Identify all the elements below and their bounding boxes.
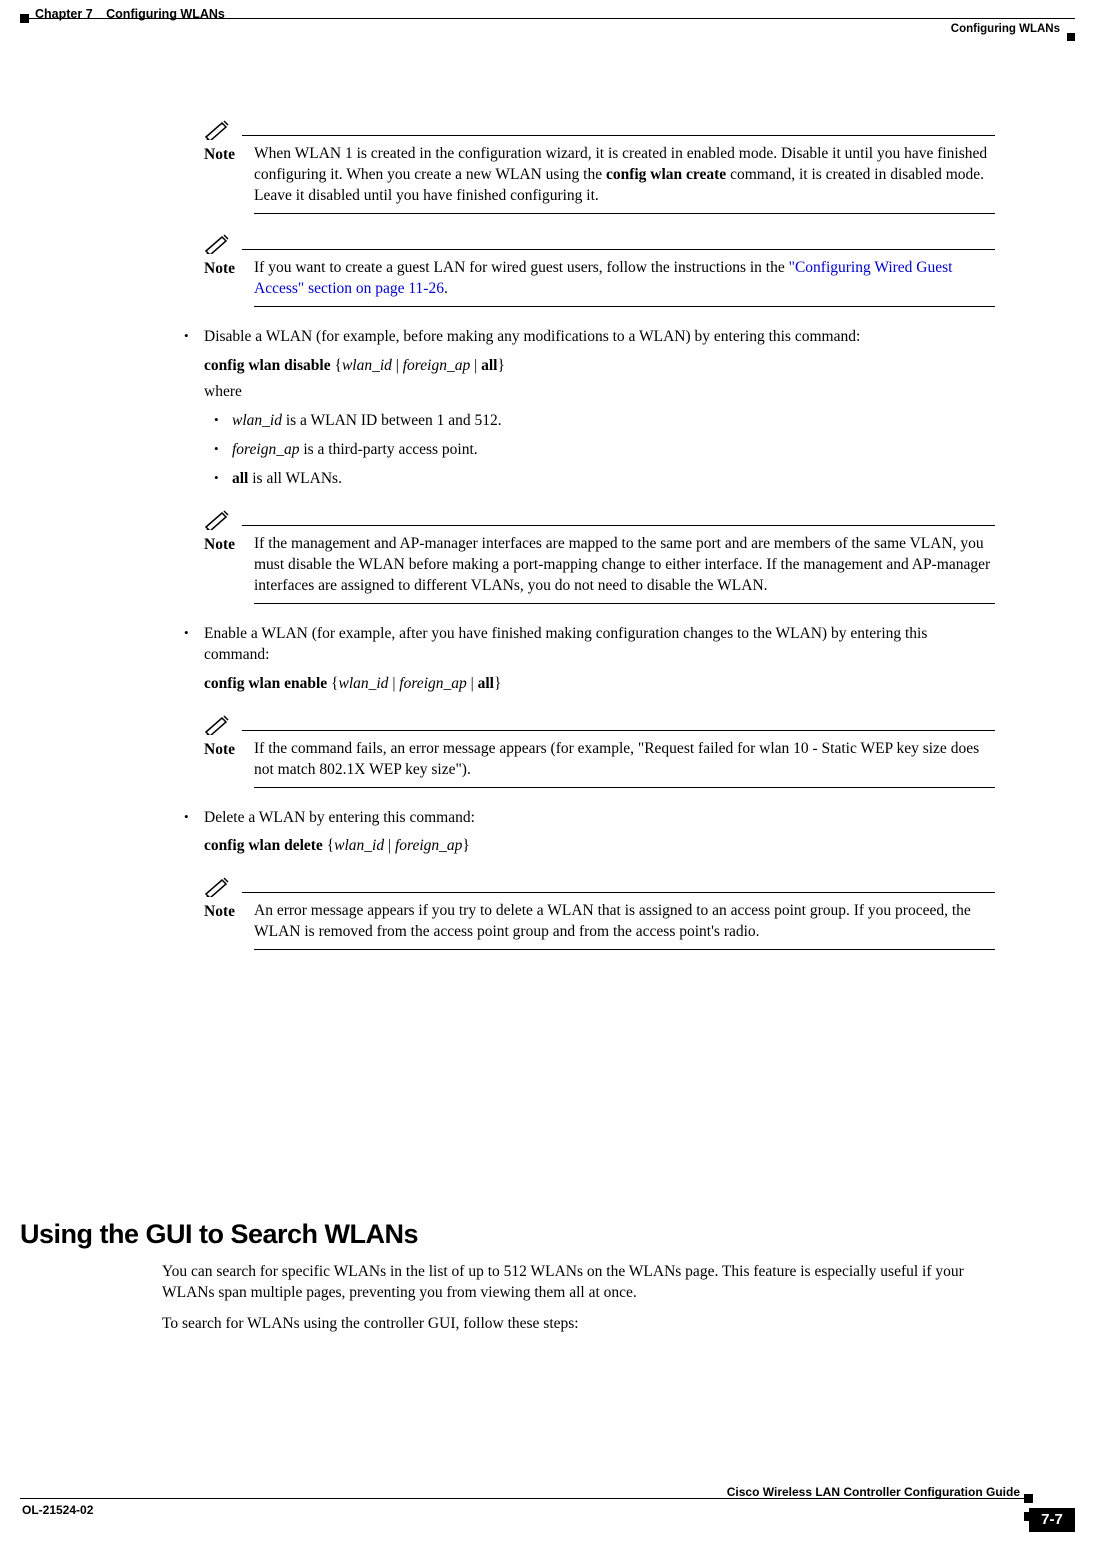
note-label: Note xyxy=(204,534,254,556)
note-rule xyxy=(254,603,995,604)
command-line: config wlan delete {wlan_id | foreign_ap… xyxy=(204,836,995,857)
list-item: Enable a WLAN (for example, after you ha… xyxy=(180,624,995,666)
command-arg: wlan_id xyxy=(334,837,384,854)
note-pencil-icon xyxy=(204,877,234,897)
note-rule xyxy=(254,787,995,788)
list-item: foreign_ap is a third-party access point… xyxy=(210,440,995,461)
body-content: Note When WLAN 1 is created in the confi… xyxy=(180,100,995,970)
note-text: If you want to create a guest LAN for wi… xyxy=(254,258,995,300)
note-block: Note If the command fails, an error mess… xyxy=(204,715,995,788)
command-keyword: all xyxy=(481,357,497,374)
command-arg: foreign_ap xyxy=(395,837,462,854)
note-rule xyxy=(254,213,995,214)
note-rule xyxy=(242,892,995,893)
syntax-brace: { xyxy=(331,357,342,374)
header-section-name: Configuring WLANs xyxy=(951,22,1060,38)
list-text: is a WLAN ID between 1 and 512. xyxy=(282,412,502,429)
note-rule xyxy=(242,730,995,731)
note-label: Note xyxy=(204,258,254,280)
note-rule xyxy=(242,525,995,526)
list-text: Disable a WLAN (for example, before maki… xyxy=(204,328,860,345)
note-rule xyxy=(242,249,995,250)
command-name: config wlan delete xyxy=(204,837,323,854)
note-pencil-icon xyxy=(204,715,234,735)
syntax-brace: } xyxy=(494,675,501,692)
list-item: Delete a WLAN by entering this command: xyxy=(180,808,995,829)
list-item: Disable a WLAN (for example, before maki… xyxy=(180,327,995,348)
list-text: Delete a WLAN by entering this command: xyxy=(204,809,475,826)
note-block: Note If you want to create a guest LAN f… xyxy=(204,234,995,307)
syntax-brace: } xyxy=(497,357,504,374)
syntax-brace: { xyxy=(323,837,334,854)
command-arg: foreign_ap xyxy=(403,357,470,374)
syntax-brace: { xyxy=(327,675,338,692)
command-arg: foreign_ap xyxy=(232,441,299,458)
note-label: Note xyxy=(204,901,254,923)
note-pencil-icon xyxy=(204,120,234,140)
page-footer: Cisco Wireless LAN Controller Configurat… xyxy=(20,1488,1075,1528)
command-arg: wlan_id xyxy=(232,412,282,429)
note-block: Note When WLAN 1 is created in the confi… xyxy=(204,120,995,214)
note-label: Note xyxy=(204,739,254,761)
command-name: config wlan enable xyxy=(204,675,327,692)
where-clause: where xyxy=(204,382,995,403)
command-name: config wlan create xyxy=(606,166,726,183)
syntax-pipe: | xyxy=(388,675,399,692)
note-text: If the command fails, an error message a… xyxy=(254,739,995,781)
note-pencil-icon xyxy=(204,510,234,530)
note-text: When WLAN 1 is created in the configurat… xyxy=(254,144,995,207)
decorative-tick xyxy=(1067,33,1075,41)
command-arg: wlan_id xyxy=(338,675,388,692)
note-text-fragment: . xyxy=(444,280,448,297)
command-arg: foreign_ap xyxy=(399,675,466,692)
note-rule xyxy=(254,306,995,307)
footer-rule xyxy=(20,1498,1025,1499)
command-name: config wlan disable xyxy=(204,357,331,374)
note-text: An error message appears if you try to d… xyxy=(254,901,995,943)
note-block: Note An error message appears if you try… xyxy=(204,877,995,950)
section-body: You can search for specific WLANs in the… xyxy=(162,1262,995,1335)
syntax-pipe: | xyxy=(467,675,478,692)
syntax-brace: } xyxy=(462,837,469,854)
note-label: Note xyxy=(204,144,254,166)
list-text: is a third-party access point. xyxy=(299,441,477,458)
section-heading: Using the GUI to Search WLANs xyxy=(20,1216,418,1252)
command-keyword: all xyxy=(478,675,494,692)
syntax-pipe: | xyxy=(384,837,395,854)
paragraph: You can search for specific WLANs in the… xyxy=(162,1262,995,1304)
command-keyword: all xyxy=(232,470,248,487)
footer-doc-id: OL-21524-02 xyxy=(22,1502,93,1518)
paragraph: To search for WLANs using the controller… xyxy=(162,1314,995,1335)
command-line: config wlan enable {wlan_id | foreign_ap… xyxy=(204,674,995,695)
header-rule xyxy=(20,18,1075,19)
note-block: Note If the management and AP-manager in… xyxy=(204,510,995,604)
command-arg: wlan_id xyxy=(342,357,392,374)
note-pencil-icon xyxy=(204,234,234,254)
syntax-pipe: | xyxy=(392,357,403,374)
note-text-fragment: If you want to create a guest LAN for wi… xyxy=(254,259,789,276)
command-line: config wlan disable {wlan_id | foreign_a… xyxy=(204,356,995,377)
decorative-tick xyxy=(1024,1494,1033,1503)
list-text: is all WLANs. xyxy=(248,470,342,487)
note-rule xyxy=(242,135,995,136)
list-item: all is all WLANs. xyxy=(210,469,995,490)
syntax-pipe: | xyxy=(470,357,481,374)
list-item: wlan_id is a WLAN ID between 1 and 512. xyxy=(210,411,995,432)
page-header: Chapter 7 Configuring WLANs Configuring … xyxy=(0,0,1095,40)
note-text: If the management and AP-manager interfa… xyxy=(254,534,995,597)
page-number: 7-7 xyxy=(1029,1508,1075,1532)
list-text: Enable a WLAN (for example, after you ha… xyxy=(204,625,927,663)
note-rule xyxy=(254,949,995,950)
